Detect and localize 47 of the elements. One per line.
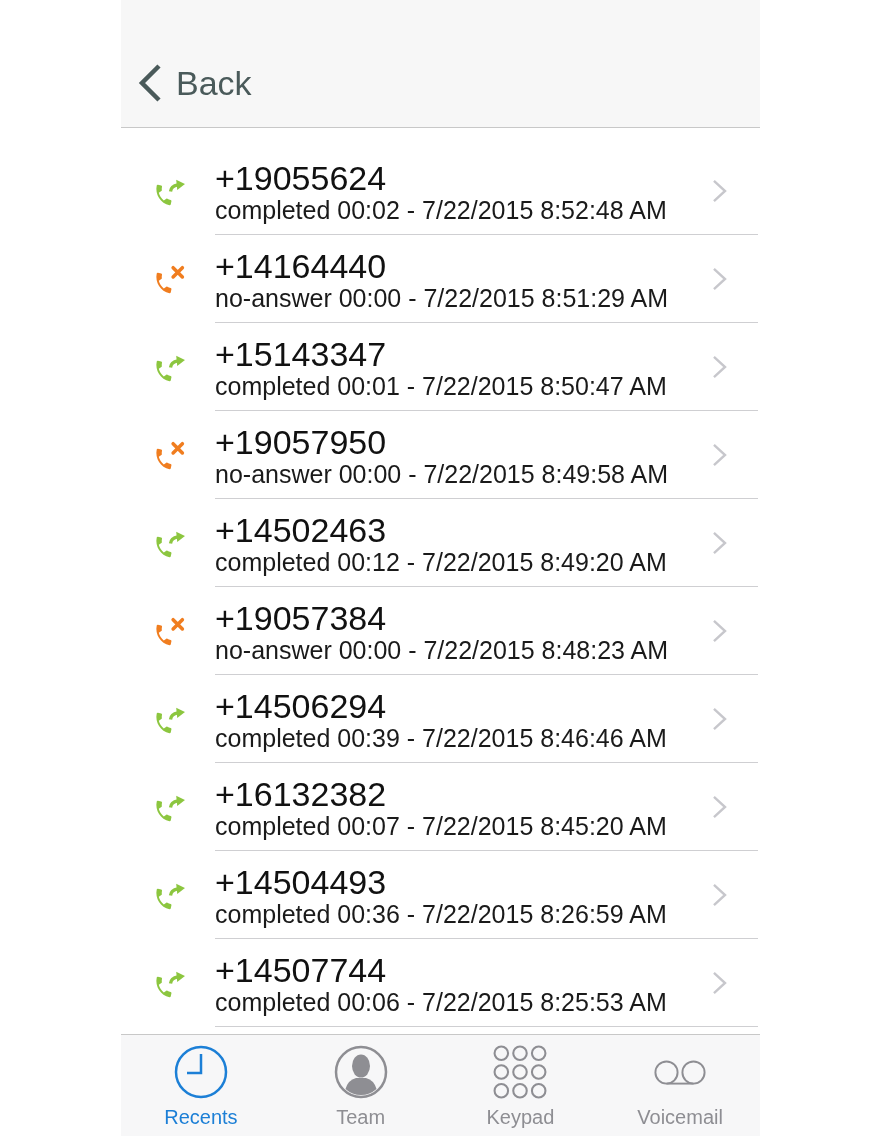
phone-number: +19057950 [215, 423, 388, 460]
clock-icon [173, 1045, 228, 1099]
call-list-item[interactable]: +15143347 completed 00:01 - 7/22/2015 8:50:47 AM [121, 323, 760, 411]
person-icon [333, 1045, 388, 1099]
call-list-item[interactable]: +14502463 completed 00:12 - 7/22/2015 8:49:20 AM [121, 499, 760, 587]
call-detail: completed 00:39 - 7/22/2015 8:46:46 AM [215, 723, 668, 753]
phone-number: +14506294 [215, 687, 388, 724]
call-list-item[interactable]: +19055624 completed 00:02 - 7/22/2015 8:52:48 AM [121, 147, 760, 235]
call-detail: completed 00:02 - 7/22/2015 8:52:48 AM [215, 195, 668, 225]
phone-number: +14164440 [215, 247, 388, 284]
call-detail: completed 00:36 - 7/22/2015 8:26:59 AM [215, 899, 668, 929]
keypad-icon [493, 1045, 548, 1099]
phone-number: +14504493 [215, 863, 388, 900]
chevron-right-icon [712, 883, 727, 907]
chevron-right-icon [712, 179, 727, 203]
call-detail: no-answer 00:00 - 7/22/2015 8:48:23 AM [215, 635, 670, 665]
call-list-item[interactable]: +16132382 completed 00:07 - 7/22/2015 8:45:20 AM [121, 763, 760, 851]
chevron-right-icon [712, 971, 727, 995]
phone-number: +14507744 [215, 951, 388, 988]
back-button[interactable]: Back [121, 63, 252, 103]
chevron-right-icon [712, 267, 727, 291]
chevron-left-icon [137, 64, 163, 102]
call-detail: completed 00:06 - 7/22/2015 8:25:53 AM [215, 987, 668, 1017]
phone-number: +15143347 [215, 335, 388, 372]
chevron-right-icon [712, 531, 727, 555]
chevron-right-icon [712, 795, 727, 819]
chevron-right-icon [712, 355, 727, 379]
call-list-item[interactable]: +19057950 no-answer 00:00 - 7/22/2015 8:49:58 AM [121, 411, 760, 499]
chevron-right-icon [712, 619, 727, 643]
call-detail: completed 00:01 - 7/22/2015 8:50:47 AM [215, 371, 668, 401]
call-list-item[interactable]: +14164440 no-answer 00:00 - 7/22/2015 8:51:29 AM [121, 235, 760, 323]
call-detail: completed 00:07 - 7/22/2015 8:45:20 AM [215, 811, 668, 841]
call-list-item[interactable]: +19057384 no-answer 00:00 - 7/22/2015 8:48:23 AM [121, 587, 760, 675]
call-detail: completed 00:12 - 7/22/2015 8:49:20 AM [215, 547, 668, 577]
phone-number: +19055624 [215, 159, 388, 196]
chevron-right-icon [712, 707, 727, 731]
tab[interactable]: Recents [121, 1035, 281, 1136]
call-list-item[interactable]: +14506294 completed 00:39 - 7/22/2015 8:46:46 AM [121, 675, 760, 763]
phone-number: +14502463 [215, 511, 388, 548]
voicemail-icon [653, 1058, 708, 1086]
call-list-item[interactable]: +14504493 completed 00:36 - 7/22/2015 8:26:59 AM [121, 851, 760, 939]
call-list-item[interactable]: +14507744 completed 00:06 - 7/22/2015 8:25:53 AM [121, 939, 760, 1027]
chevron-right-icon [712, 443, 727, 467]
call-detail: no-answer 00:00 - 7/22/2015 8:49:58 AM [215, 459, 670, 489]
call-detail: no-answer 00:00 - 7/22/2015 8:51:29 AM [215, 283, 670, 313]
phone-number: +19057384 [215, 599, 388, 636]
phone-number: +16132382 [215, 775, 388, 812]
